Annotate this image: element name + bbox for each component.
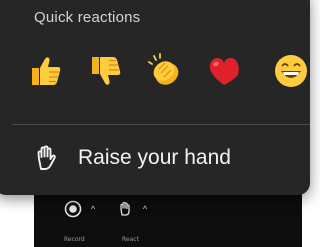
thumbs-down-icon <box>92 57 121 85</box>
reaction-grinning-face[interactable] <box>272 52 310 90</box>
divider <box>12 124 310 125</box>
record-control: ^ <box>62 198 99 220</box>
thumbs-up-icon <box>32 57 61 85</box>
clapping-hands-icon <box>148 53 179 85</box>
react-options-button[interactable]: ^ <box>139 198 151 220</box>
grinning-face-icon <box>275 55 307 87</box>
chevron-up-icon: ^ <box>90 204 96 214</box>
react-label: React <box>122 236 139 243</box>
react-control: ^ <box>114 198 151 220</box>
hand-icon <box>120 201 130 216</box>
raised-hand-icon <box>37 145 56 170</box>
screen: ^ Record ^ React Quick reactions Raise y… <box>0 0 310 247</box>
record-button[interactable] <box>62 198 84 220</box>
quick-reactions-popup: Quick reactions Raise your hand <box>0 0 310 195</box>
heart-icon <box>209 58 239 85</box>
record-options-button[interactable]: ^ <box>87 198 99 220</box>
raise-hand-label: Raise your hand <box>78 146 231 169</box>
record-icon <box>64 200 82 218</box>
reaction-thumbs-up[interactable] <box>27 52 65 90</box>
chevron-up-icon: ^ <box>142 204 148 214</box>
reaction-thumbs-down[interactable] <box>87 52 125 90</box>
reactions-row <box>0 0 310 110</box>
reaction-heart[interactable] <box>205 52 243 90</box>
raise-hand-button[interactable]: Raise your hand <box>32 138 302 178</box>
record-label: Record <box>64 236 85 243</box>
reaction-clapping-hands[interactable] <box>147 52 185 90</box>
react-button[interactable] <box>114 198 136 220</box>
